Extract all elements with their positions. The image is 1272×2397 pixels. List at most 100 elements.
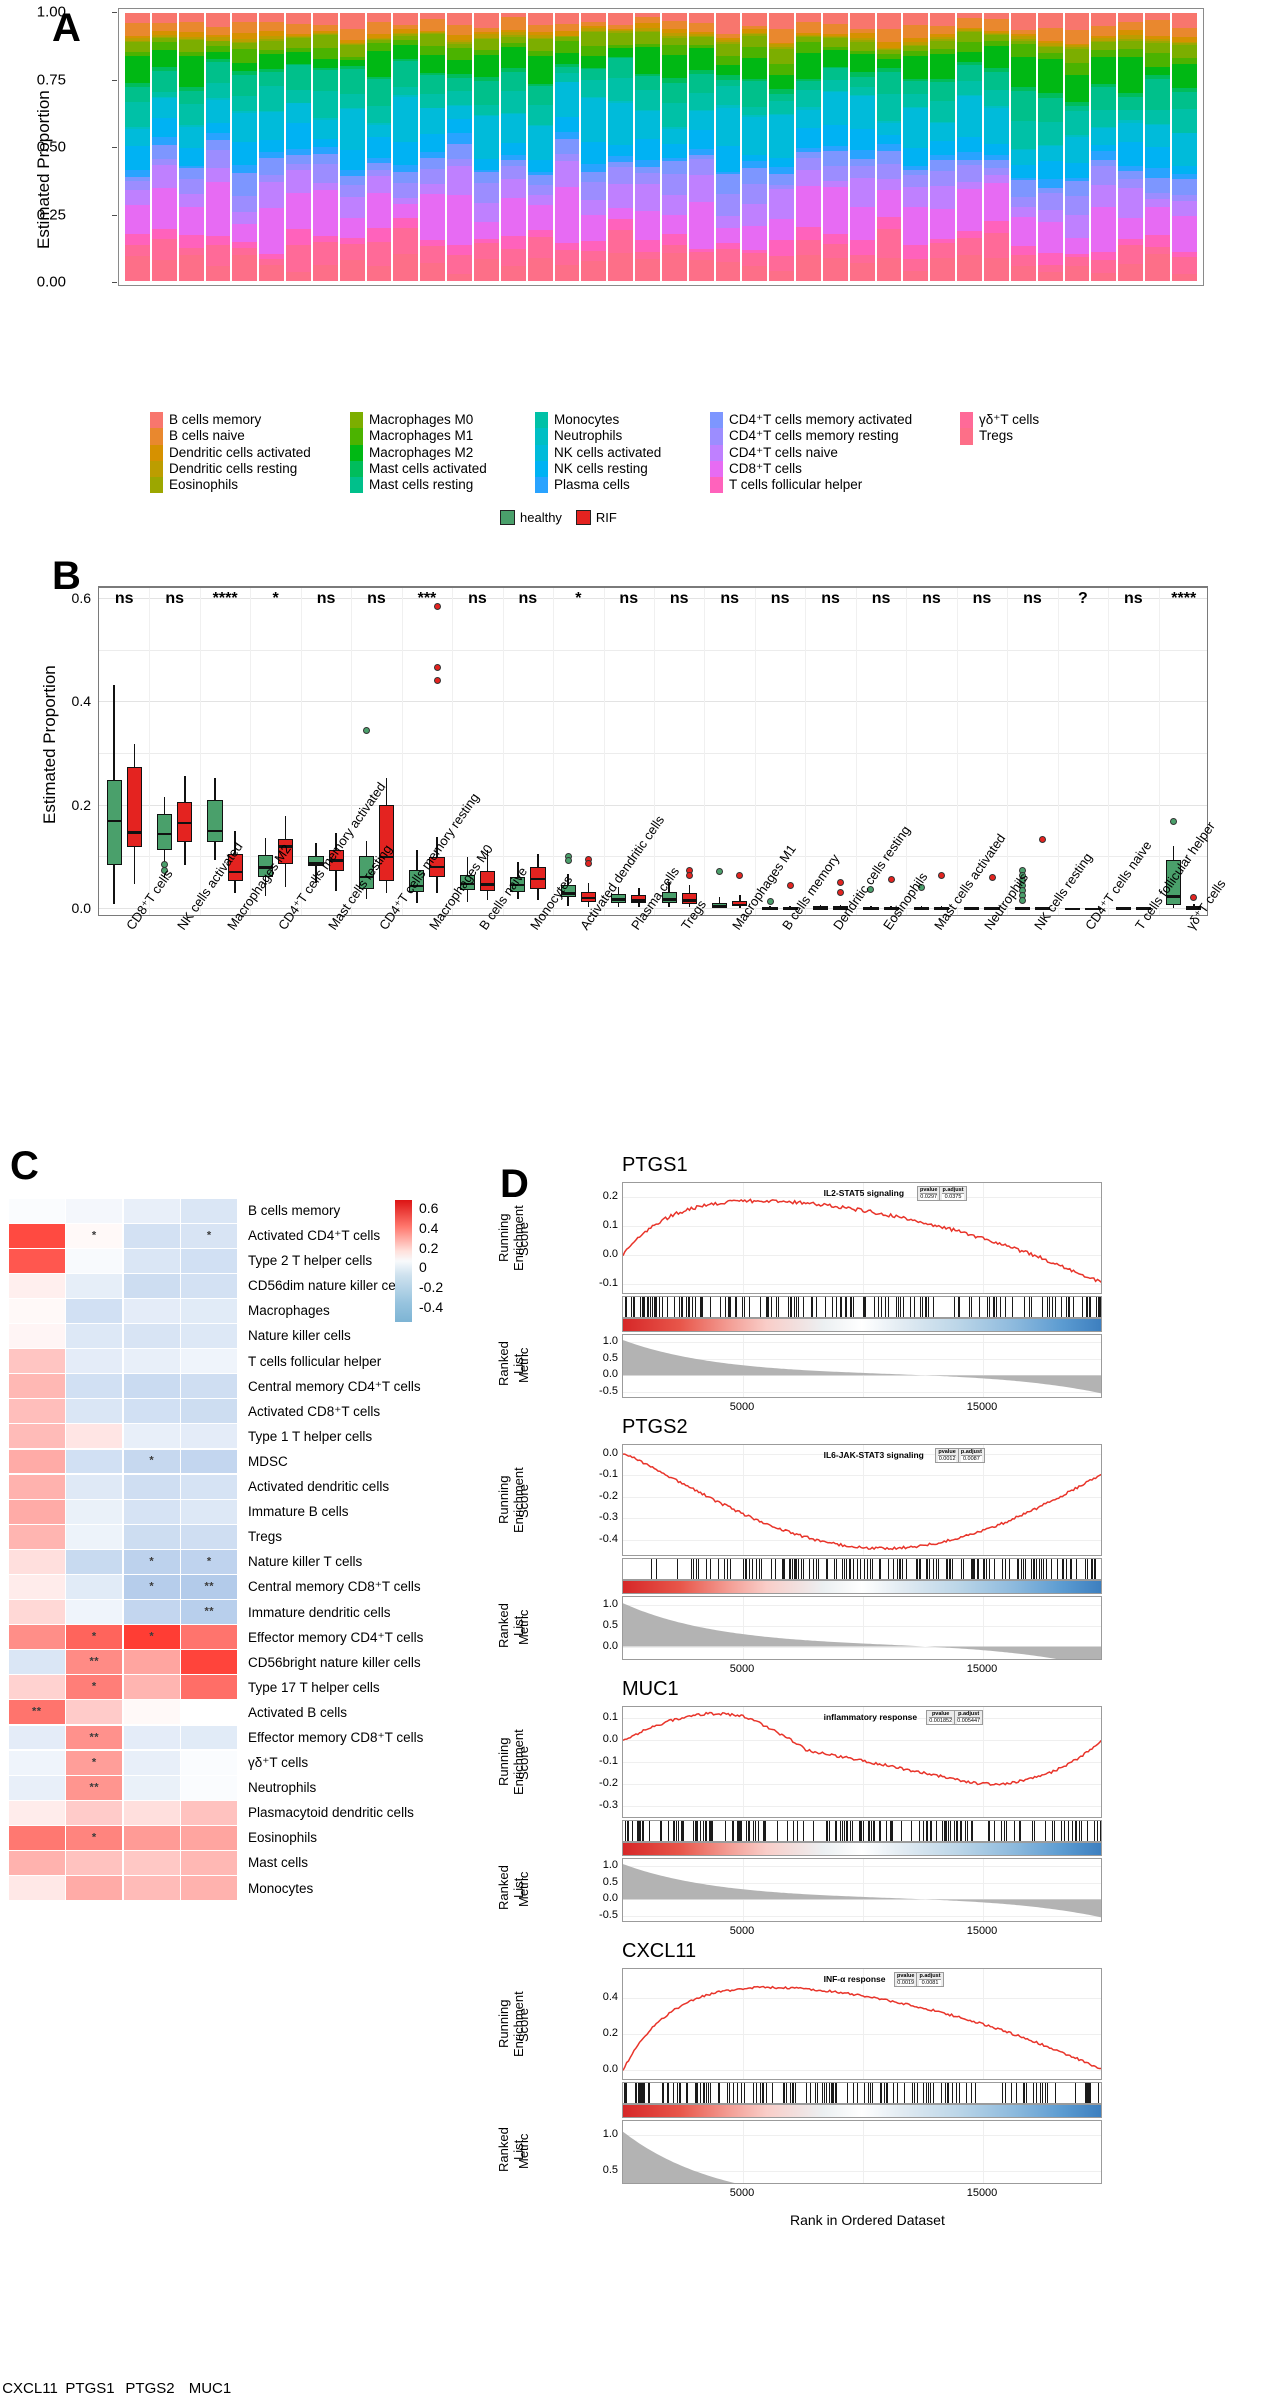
stacked-bar-segment <box>420 108 445 134</box>
stacked-bar-segment <box>957 32 982 42</box>
gsea-plot: MUC1Running EnrichmentScoreRanked ListMe… <box>562 1682 1262 1920</box>
gene-hit-tick <box>700 1821 701 1841</box>
gene-hit-tick <box>727 2083 728 2103</box>
gene-hit-tick <box>792 1559 793 1579</box>
stacked-bar-segment <box>903 25 928 38</box>
gene-hit-tick <box>972 1559 973 1579</box>
stacked-bar-segment <box>1118 22 1143 29</box>
legend-swatch-cell <box>960 428 973 444</box>
legend-label: Macrophages M2 <box>369 445 487 461</box>
heatmap-cell <box>66 1349 122 1373</box>
gene-hit-tick <box>654 1297 655 1317</box>
gene-hit-tick <box>719 2083 720 2103</box>
stacked-bar-segment <box>796 53 821 79</box>
stacked-bar-segment <box>259 22 284 32</box>
gene-hit-tick <box>1012 1297 1013 1317</box>
stacked-bar-segment <box>340 176 365 185</box>
gsea-y-tick: 0.0 <box>576 1248 618 1260</box>
gene-hit-tick <box>649 1821 650 1841</box>
gene-hit-tick <box>1005 1297 1006 1317</box>
heatmap-significance-star: ** <box>9 1706 65 1718</box>
legend-label: Monocytes <box>554 412 661 428</box>
stacked-bar <box>850 13 875 281</box>
stacked-bar-segment <box>1038 47 1063 54</box>
stacked-bar <box>796 13 821 281</box>
stacked-bar-segment <box>232 96 257 111</box>
stacked-bar-segment <box>769 256 794 271</box>
gene-hit-tick <box>892 1821 893 1841</box>
stacked-bar-segment <box>769 75 794 90</box>
stacked-bar-segment <box>179 56 204 87</box>
gsea-ranked-metric-pane <box>622 2120 1102 2184</box>
gene-hit-tick <box>730 1297 731 1317</box>
gene-hit-tick <box>948 1821 949 1841</box>
group-legend-key: RIF <box>576 510 617 525</box>
gene-hit-tick <box>926 1297 927 1317</box>
gene-hit-tick <box>864 1559 865 1579</box>
stacked-bar-segment <box>1065 196 1090 215</box>
gene-hit-tick <box>1061 1297 1062 1317</box>
heatmap-row-label: Type 17 T helper cells <box>248 1675 423 1700</box>
gene-hit-tick <box>994 1559 995 1579</box>
stacked-bar-segment <box>125 87 150 102</box>
stacked-bar <box>232 13 257 281</box>
gene-hit-tick <box>1075 1821 1076 1841</box>
stacked-bar-segment <box>662 55 687 77</box>
gsea-y-tick: -0.1 <box>576 1755 618 1767</box>
stacked-bar-segment <box>528 13 553 25</box>
gene-hit-tick <box>1036 1559 1037 1579</box>
stacked-bar-segment <box>528 105 553 126</box>
gene-hit-tick <box>632 1821 633 1841</box>
stacked-bar-segment <box>501 198 526 236</box>
gene-hit-tick <box>718 2083 719 2103</box>
stacked-bar-segment <box>1091 207 1116 252</box>
legend-swatch-cell <box>535 477 548 493</box>
gene-hit-tick <box>1014 1821 1015 1841</box>
legend-label: CD4⁺T cells naive <box>729 445 912 461</box>
heatmap-row-label: Type 1 T helper cells <box>248 1424 423 1449</box>
stacked-bar-segment <box>1011 197 1036 207</box>
heatmap-column-label: CXCL11 <box>0 2380 60 2397</box>
significance-marker: ns <box>149 590 199 608</box>
gene-hit-tick <box>652 1297 653 1317</box>
stacked-bar-segment <box>447 78 472 91</box>
gene-hit-tick <box>827 1821 828 1841</box>
gene-hit-tick <box>768 1297 769 1317</box>
gene-hit-tick <box>945 2083 946 2103</box>
stacked-bar <box>957 13 982 281</box>
stacked-bar-segment <box>1172 166 1197 174</box>
heatmap-cell <box>124 1851 180 1875</box>
gene-hit-tick <box>890 1821 891 1841</box>
panel-a-plot-area <box>118 8 1204 286</box>
stacked-bar-segment <box>1091 13 1116 26</box>
gene-hit-tick <box>885 1297 886 1317</box>
gene-hit-tick <box>706 1559 707 1579</box>
gene-hit-tick <box>678 1821 679 1841</box>
gene-hit-tick <box>832 1297 833 1317</box>
heatmap-row: ** <box>8 1600 238 1625</box>
gsea-enrichment-axis-label: Running Enrichment <box>496 1968 516 2080</box>
stacked-bar-segment <box>716 108 741 146</box>
gene-hit-tick <box>648 2083 649 2103</box>
stacked-bar-segment <box>259 140 284 151</box>
legend-label: CD8⁺T cells <box>729 461 912 477</box>
gsea-pvalue-column: pvalue0.001852 <box>927 1711 955 1724</box>
stacked-bar-segment <box>957 52 982 62</box>
heatmap-cell <box>9 1424 65 1448</box>
gsea-metric-tick: 0.5 <box>576 1352 618 1364</box>
gene-hit-tick <box>1047 2083 1048 2103</box>
stacked-bar-segment <box>474 203 499 222</box>
gene-hit-tick <box>810 2083 811 2103</box>
stacked-bar-segment <box>716 228 741 243</box>
gene-hit-tick <box>625 1821 626 1841</box>
gsea-metric-tick: 1.0 <box>576 2128 618 2140</box>
gene-hit-tick <box>796 1297 797 1317</box>
gsea-ranked-axis-label: Ranked List <box>496 2118 516 2182</box>
stacked-bar-segment <box>528 205 553 229</box>
gene-hit-tick <box>941 2083 942 2103</box>
stacked-bar-segment <box>447 245 472 255</box>
gene-hit-tick <box>771 1297 772 1317</box>
heatmap-cell <box>181 1700 237 1724</box>
gene-hit-tick <box>966 2083 967 2103</box>
boxplot-box <box>480 871 495 891</box>
